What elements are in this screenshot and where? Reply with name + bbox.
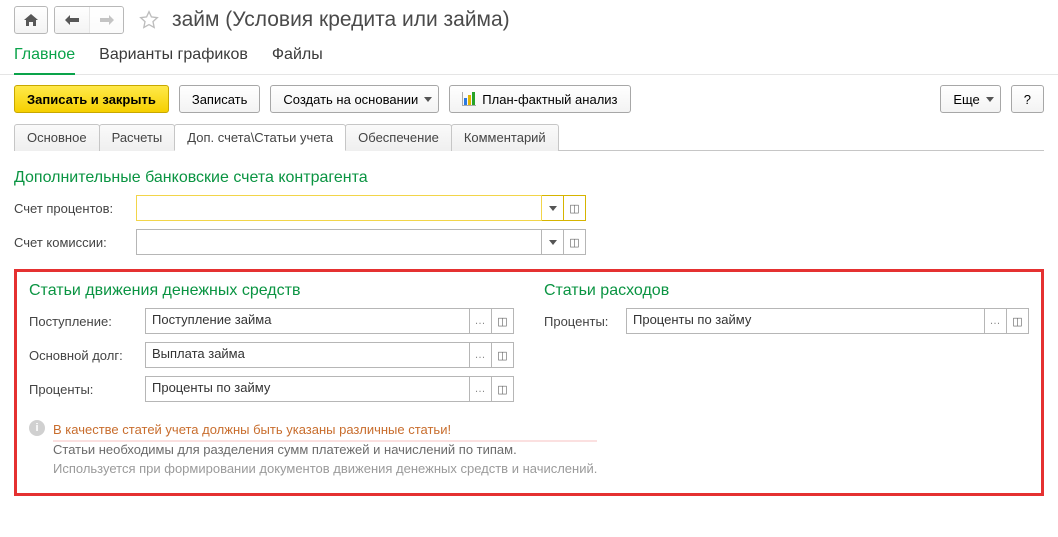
back-button[interactable] [55, 7, 89, 33]
nav-tabs: Главное Варианты графиков Файлы [0, 38, 1058, 75]
content-area: Дополнительные банковские счета контраге… [0, 151, 1058, 512]
subtab-comment[interactable]: Комментарий [451, 124, 559, 151]
ellipsis-icon: … [475, 383, 487, 395]
nav-history-group [54, 6, 124, 34]
subtab-main[interactable]: Основное [14, 124, 100, 151]
chevron-down-icon [424, 97, 432, 102]
exp-interest-select[interactable]: … [985, 308, 1007, 334]
toolbar: Записать и закрыть Записать Создать на о… [0, 75, 1058, 123]
highlighted-section: Статьи движения денежных средств Поступл… [14, 269, 1044, 496]
receipt-field[interactable]: Поступление займа [145, 308, 470, 334]
open-icon: ◫ [1012, 315, 1022, 328]
subtab-accounts[interactable]: Доп. счета\Статьи учета [174, 124, 346, 151]
hint-text-1: Статьи необходимы для разделения сумм пл… [53, 440, 597, 460]
ellipsis-icon: … [475, 349, 487, 361]
favorite-star-icon[interactable] [138, 9, 160, 31]
chevron-down-icon [986, 97, 994, 102]
home-icon [23, 13, 39, 27]
hint-text-2: Используется при формировании документов… [53, 459, 597, 479]
open-icon: ◫ [497, 383, 507, 396]
subtabs: Основное Расчеты Доп. счета\Статьи учета… [14, 123, 1044, 151]
more-label: Еще [953, 92, 979, 107]
interest-account-field[interactable] [136, 195, 542, 221]
subtab-collateral[interactable]: Обеспечение [345, 124, 452, 151]
warning-text: В качестве статей учета должны быть указ… [53, 420, 597, 440]
plan-fact-label: План-фактный анализ [482, 92, 617, 107]
interest-field[interactable]: Проценты по займу [145, 376, 470, 402]
chevron-down-icon [549, 206, 557, 211]
arrow-right-icon [100, 15, 114, 25]
open-icon: ◫ [497, 315, 507, 328]
expense-items-title: Статьи расходов [544, 282, 1029, 300]
receipt-select[interactable]: … [470, 308, 492, 334]
commission-account-dropdown[interactable] [542, 229, 564, 255]
ellipsis-icon: … [475, 315, 487, 327]
interest-select[interactable]: … [470, 376, 492, 402]
exp-interest-open[interactable]: ◫ [1007, 308, 1029, 334]
open-icon: ◫ [569, 236, 579, 249]
open-icon: ◫ [569, 202, 579, 215]
interest-label: Проценты: [29, 382, 141, 397]
principal-field[interactable]: Выплата займа [145, 342, 470, 368]
receipt-label: Поступление: [29, 314, 141, 329]
ellipsis-icon: … [990, 315, 1002, 327]
subtab-calc[interactable]: Расчеты [99, 124, 176, 151]
commission-account-open[interactable]: ◫ [564, 229, 586, 255]
interest-account-dropdown[interactable] [542, 195, 564, 221]
plan-fact-button[interactable]: План-фактный анализ [449, 85, 630, 113]
info-icon: i [29, 420, 45, 436]
help-button[interactable]: ? [1011, 85, 1044, 113]
exp-interest-label: Проценты: [544, 314, 622, 329]
section-bank-accounts-title: Дополнительные банковские счета контраге… [14, 169, 1044, 187]
home-button[interactable] [14, 6, 48, 34]
commission-account-label: Счет комиссии: [14, 235, 132, 250]
principal-open[interactable]: ◫ [492, 342, 514, 368]
more-button[interactable]: Еще [940, 85, 1000, 113]
save-and-close-button[interactable]: Записать и закрыть [14, 85, 169, 113]
exp-interest-field[interactable]: Проценты по займу [626, 308, 985, 334]
receipt-open[interactable]: ◫ [492, 308, 514, 334]
chevron-down-icon [549, 240, 557, 245]
save-button[interactable]: Записать [179, 85, 261, 113]
interest-open[interactable]: ◫ [492, 376, 514, 402]
tab-main[interactable]: Главное [14, 42, 75, 75]
chart-icon [462, 92, 476, 106]
page-title: займ (Условия кредита или займа) [172, 8, 510, 32]
create-based-on-button[interactable]: Создать на основании [270, 85, 439, 113]
tab-files[interactable]: Файлы [272, 42, 323, 68]
arrow-left-icon [65, 15, 79, 25]
create-based-on-label: Создать на основании [283, 92, 418, 107]
interest-account-open[interactable]: ◫ [564, 195, 586, 221]
commission-account-field[interactable] [136, 229, 542, 255]
cashflow-items-title: Статьи движения денежных средств [29, 282, 514, 300]
interest-account-label: Счет процентов: [14, 201, 132, 216]
principal-label: Основной долг: [29, 348, 141, 363]
principal-select[interactable]: … [470, 342, 492, 368]
open-icon: ◫ [497, 349, 507, 362]
tab-schedule-variants[interactable]: Варианты графиков [99, 42, 248, 68]
forward-button [89, 7, 123, 33]
